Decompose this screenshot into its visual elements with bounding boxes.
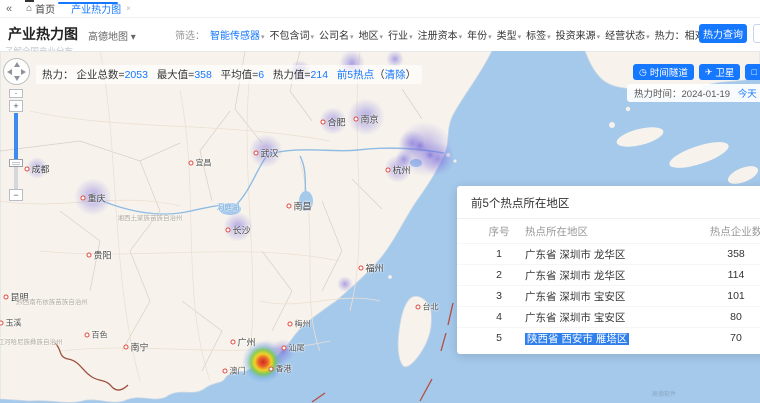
- pan-down-icon[interactable]: [14, 76, 20, 81]
- chevron-down-icon: ▾: [488, 34, 492, 41]
- filter-dropdown-2[interactable]: 地区▾: [359, 27, 384, 42]
- map-tools: ◷ 时间隧道 ✈ 卫星 □ 矩形 ○ 圆形: [633, 64, 760, 80]
- table-row[interactable]: 1 广东省 深圳市 龙华区 358: [457, 243, 760, 264]
- edge-cutoff-button[interactable]: [753, 24, 760, 43]
- heat-query-button[interactable]: 热力查询: [699, 24, 747, 43]
- filter-dropdown-7[interactable]: 标签▾: [526, 27, 551, 42]
- chevron-down-icon: ▾: [380, 34, 384, 41]
- active-tab-indicator: [58, 2, 118, 4]
- tab-home-label: 首页: [35, 1, 55, 16]
- table-row[interactable]: 3 广东省 深圳市 宝安区 101: [457, 285, 760, 306]
- chevron-down-icon: ▾: [261, 34, 265, 41]
- compass-control[interactable]: [3, 58, 30, 85]
- table-row[interactable]: 4 广东省 深圳市 宝安区 80: [457, 306, 760, 327]
- stat-heat-value: 214: [311, 69, 329, 81]
- top5-panel: 前5个热点所在地区 序号 热点所在地区 热点企业数 1 广东省 深圳市 龙华区 …: [457, 186, 760, 354]
- zoom-out-button[interactable]: −: [9, 189, 23, 201]
- selected-region-highlight: 陕西省 西安市 雁塔区: [525, 333, 629, 345]
- chevron-down-icon: ▾: [597, 34, 601, 41]
- filter-dropdown-6[interactable]: 类型▾: [497, 27, 522, 42]
- toolbar: 产业热力图 高德地图 ▾ 了解全国产业分布 筛选： 智能传感器▾ 不包含词▾公司…: [0, 18, 760, 51]
- stat-avg-label: 平均值=: [221, 69, 259, 81]
- pan-up-icon[interactable]: [14, 62, 20, 67]
- filter-keyword[interactable]: 智能传感器▾: [210, 27, 265, 42]
- chevron-down-icon: ▾: [409, 34, 413, 41]
- map-canvas[interactable]: 成都重庆贵阳昆明玉溪百色南宁广州澳门香港汕尾梅州武汉宜昌长沙南昌合肥南京杭州福州…: [0, 51, 760, 403]
- heat-time-value: 热力时间：2024-01-19: [634, 89, 730, 100]
- tab-bar: « ⌂ 首页 产业热力图 ×: [0, 0, 760, 18]
- stats-prefix: 热力：: [42, 69, 74, 81]
- stat-avg-value: 6: [258, 69, 264, 81]
- zoom-slider-handle[interactable]: [9, 159, 23, 167]
- page-title: 产业热力图: [8, 24, 78, 44]
- tab-close-icon[interactable]: ×: [126, 4, 131, 13]
- filter-dropdown-9[interactable]: 经营状态▾: [605, 27, 650, 42]
- map-attribution: 高德软件: [652, 389, 676, 398]
- filter-dropdown-1[interactable]: 公司名▾: [319, 27, 354, 42]
- filter-label: 筛选：: [175, 27, 205, 42]
- stat-heat-label: 热力值=: [273, 69, 311, 81]
- stat-max-label: 最大值=: [157, 69, 195, 81]
- tab-home[interactable]: ⌂ 首页: [18, 0, 63, 17]
- filter-dropdown-8[interactable]: 投资来源▾: [556, 27, 601, 42]
- home-icon: ⌂: [26, 3, 32, 14]
- top5-hotspots-link[interactable]: 前5热点: [337, 69, 374, 81]
- chevron-down-icon: ▾: [311, 34, 315, 41]
- col-no: 序号: [473, 224, 525, 239]
- clock-icon: ◷: [639, 67, 647, 78]
- hotspot-shenzhen: [242, 341, 284, 383]
- satellite-button[interactable]: ✈ 卫星: [699, 64, 741, 80]
- chevron-down-icon: ▾: [518, 34, 522, 41]
- stat-total-value: 2053: [125, 69, 148, 81]
- panel-title: 前5个热点所在地区: [457, 186, 760, 219]
- zoom-in-button[interactable]: +: [9, 100, 23, 112]
- filter-dropdown-4[interactable]: 注册资本▾: [418, 27, 463, 42]
- rectangle-button[interactable]: □ 矩形: [745, 64, 760, 80]
- filter-dropdown-0[interactable]: 不包含词▾: [270, 27, 315, 42]
- rectangle-icon: □: [751, 67, 756, 77]
- stat-max-value: 358: [194, 69, 212, 81]
- sidebar-collapse-icon[interactable]: «: [6, 3, 12, 15]
- chevron-down-icon: ▾: [646, 34, 650, 41]
- chevron-down-icon: ▾: [131, 32, 136, 43]
- hotspot-table: 序号 热点所在地区 热点企业数 1 广东省 深圳市 龙华区 358 2 广东省 …: [457, 219, 760, 354]
- table-row[interactable]: 2 广东省 深圳市 龙华区 114: [457, 264, 760, 285]
- heat-time-chip: 热力时间：2024-01-19 今天: [627, 84, 760, 102]
- filter-row: 筛选： 智能传感器▾ 不包含词▾ 公司名▾ 地区▾ 行业▾ 注册资本▾ 年份▾ 类型▾ 标签▾…: [175, 27, 739, 42]
- satellite-icon: ✈: [705, 67, 713, 78]
- zoom-slider-track[interactable]: [14, 113, 18, 159]
- table-row-selected[interactable]: 5 陕西省 西安市 雁塔区 70: [457, 327, 760, 348]
- zoom-reset-button[interactable]: ·: [9, 89, 23, 98]
- window-dash: [25, 0, 34, 2]
- chevron-down-icon: ▾: [350, 34, 354, 41]
- clear-link[interactable]: 清除: [385, 69, 406, 81]
- pan-right-icon[interactable]: [21, 69, 26, 75]
- chevron-down-icon: ▾: [459, 34, 463, 41]
- map-provider-select[interactable]: 高德地图 ▾: [88, 28, 136, 43]
- time-tunnel-button[interactable]: ◷ 时间隧道: [633, 64, 694, 80]
- zoom-slider-track-lower[interactable]: [14, 167, 18, 189]
- chevron-down-icon: ▾: [547, 34, 551, 41]
- filter-dropdown-5[interactable]: 年份▾: [467, 27, 492, 42]
- col-count: 热点企业数: [695, 224, 760, 239]
- filter-dropdown-3[interactable]: 行业▾: [388, 27, 413, 42]
- col-region: 热点所在地区: [525, 224, 695, 239]
- heat-stats-bar: 热力： 企业总数=2053 最大值=358 平均值=6 热力值=214 前5热点…: [36, 65, 422, 84]
- stat-total-label: 企业总数=: [76, 69, 124, 81]
- pan-left-icon[interactable]: [7, 69, 12, 75]
- today-link[interactable]: 今天: [738, 89, 757, 100]
- table-header-row: 序号 热点所在地区 热点企业数: [457, 219, 760, 243]
- zoom-control: · + −: [9, 89, 23, 201]
